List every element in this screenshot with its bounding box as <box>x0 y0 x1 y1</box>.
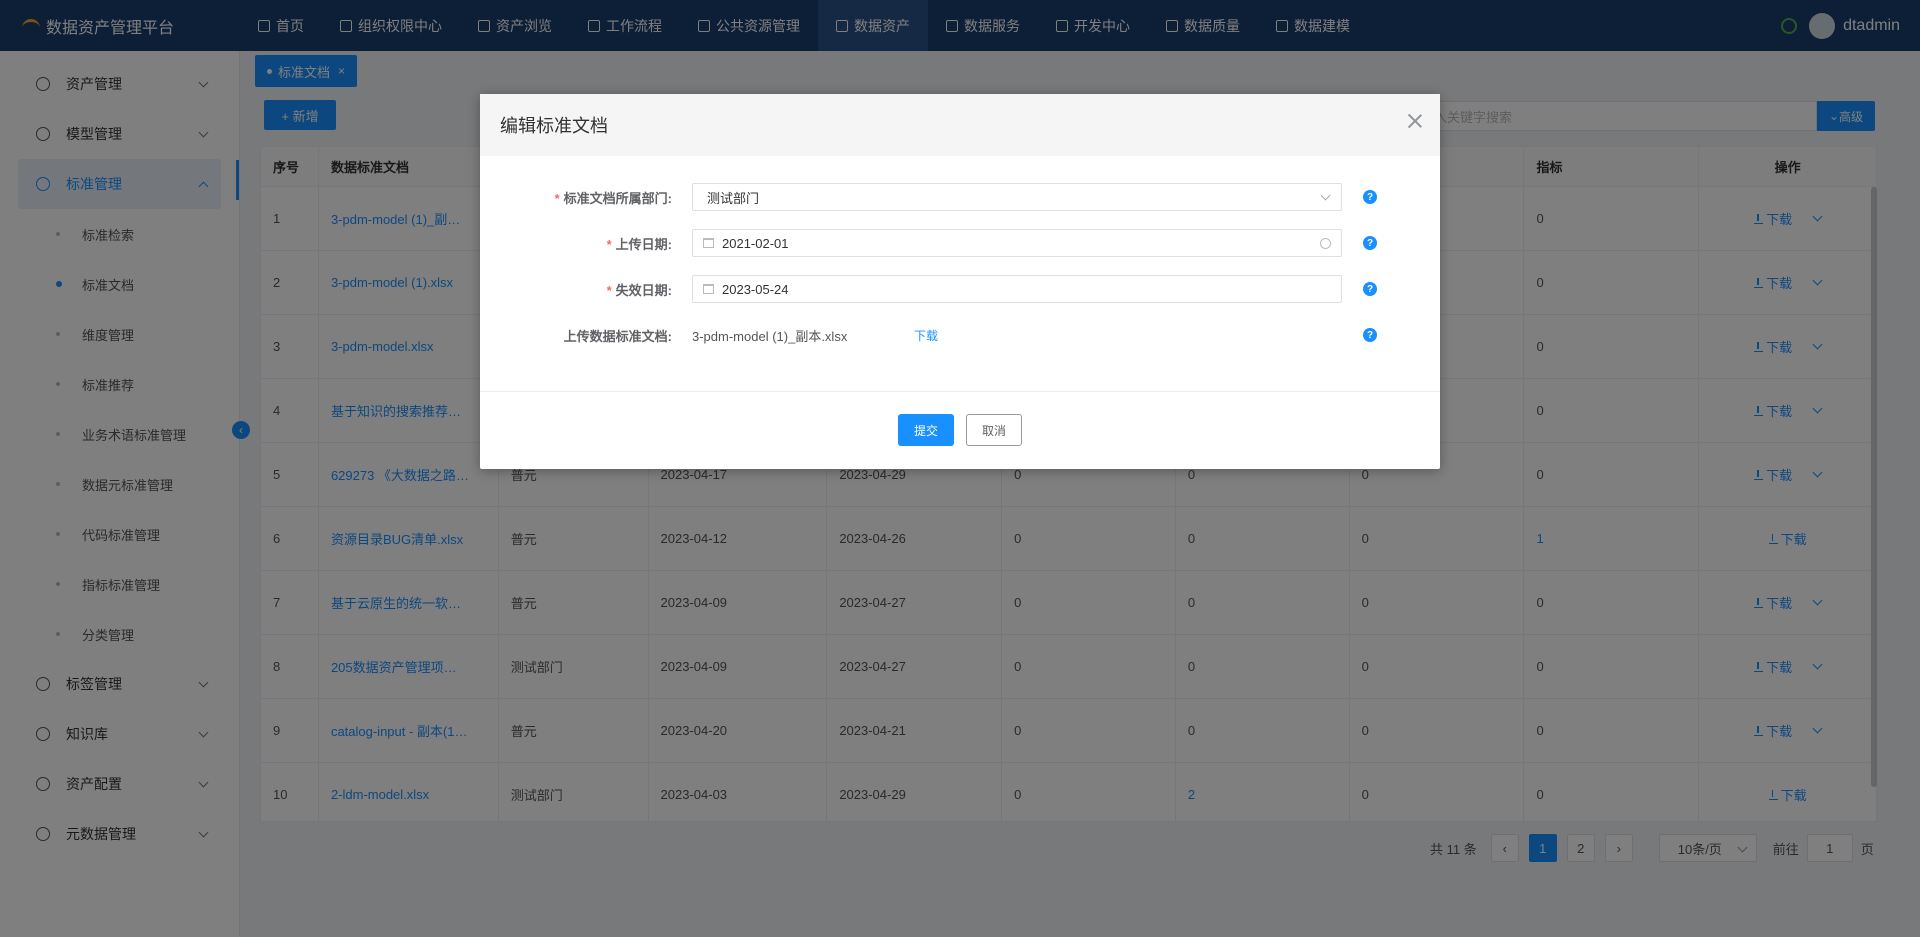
help-icon[interactable]: ? <box>1363 236 1377 250</box>
file-download-link[interactable]: 下载 <box>914 327 938 344</box>
form-row-file: 上传数据标准文档: 3-pdm-model (1)_副本.xlsx 下载 ? <box>480 320 1440 350</box>
form-row-expiry-date: * 失效日期: 2023-05-24 ? <box>480 274 1440 304</box>
required-mark: * <box>554 190 560 206</box>
cancel-button[interactable]: 取消 <box>966 414 1022 446</box>
required-mark: * <box>606 282 612 298</box>
help-icon[interactable]: ? <box>1363 190 1377 204</box>
help-icon[interactable]: ? <box>1363 282 1377 296</box>
submit-button[interactable]: 提交 <box>898 414 954 446</box>
department-label: 标准文档所属部门: <box>563 190 672 206</box>
file-label: 上传数据标准文档: <box>563 328 672 344</box>
edit-form: * 标准文档所属部门: 测试部门 ? * 上传日期: 2021-02-01 ? * 失… <box>480 156 1440 392</box>
edit-standard-doc-dialog: 编辑标准文档 * 标准文档所属部门: 测试部门 ? * 上传日期: 2021-02-… <box>480 94 1440 469</box>
department-select[interactable]: 测试部门 <box>692 183 1342 211</box>
close-icon[interactable] <box>1406 112 1424 130</box>
expiry-date-label: 失效日期: <box>615 282 672 298</box>
file-name: 3-pdm-model (1)_副本.xlsx <box>692 328 848 344</box>
help-icon[interactable]: ? <box>1363 328 1377 342</box>
dialog-title: 编辑标准文档 <box>500 116 608 136</box>
clear-icon[interactable] <box>1320 238 1331 249</box>
calendar-icon <box>703 238 714 248</box>
expiry-date-picker[interactable]: 2023-05-24 <box>692 275 1342 303</box>
form-row-department: * 标准文档所属部门: 测试部门 ? <box>480 182 1440 212</box>
upload-date-picker[interactable]: 2021-02-01 <box>692 229 1342 257</box>
chevron-down-icon <box>1320 190 1331 201</box>
dialog-footer: 提交 取消 <box>480 392 1440 468</box>
required-mark: * <box>606 236 612 252</box>
calendar-icon <box>703 284 714 294</box>
upload-date-label: 上传日期: <box>615 236 672 252</box>
dialog-header: 编辑标准文档 <box>480 94 1440 156</box>
form-row-upload-date: * 上传日期: 2021-02-01 ? <box>480 228 1440 258</box>
